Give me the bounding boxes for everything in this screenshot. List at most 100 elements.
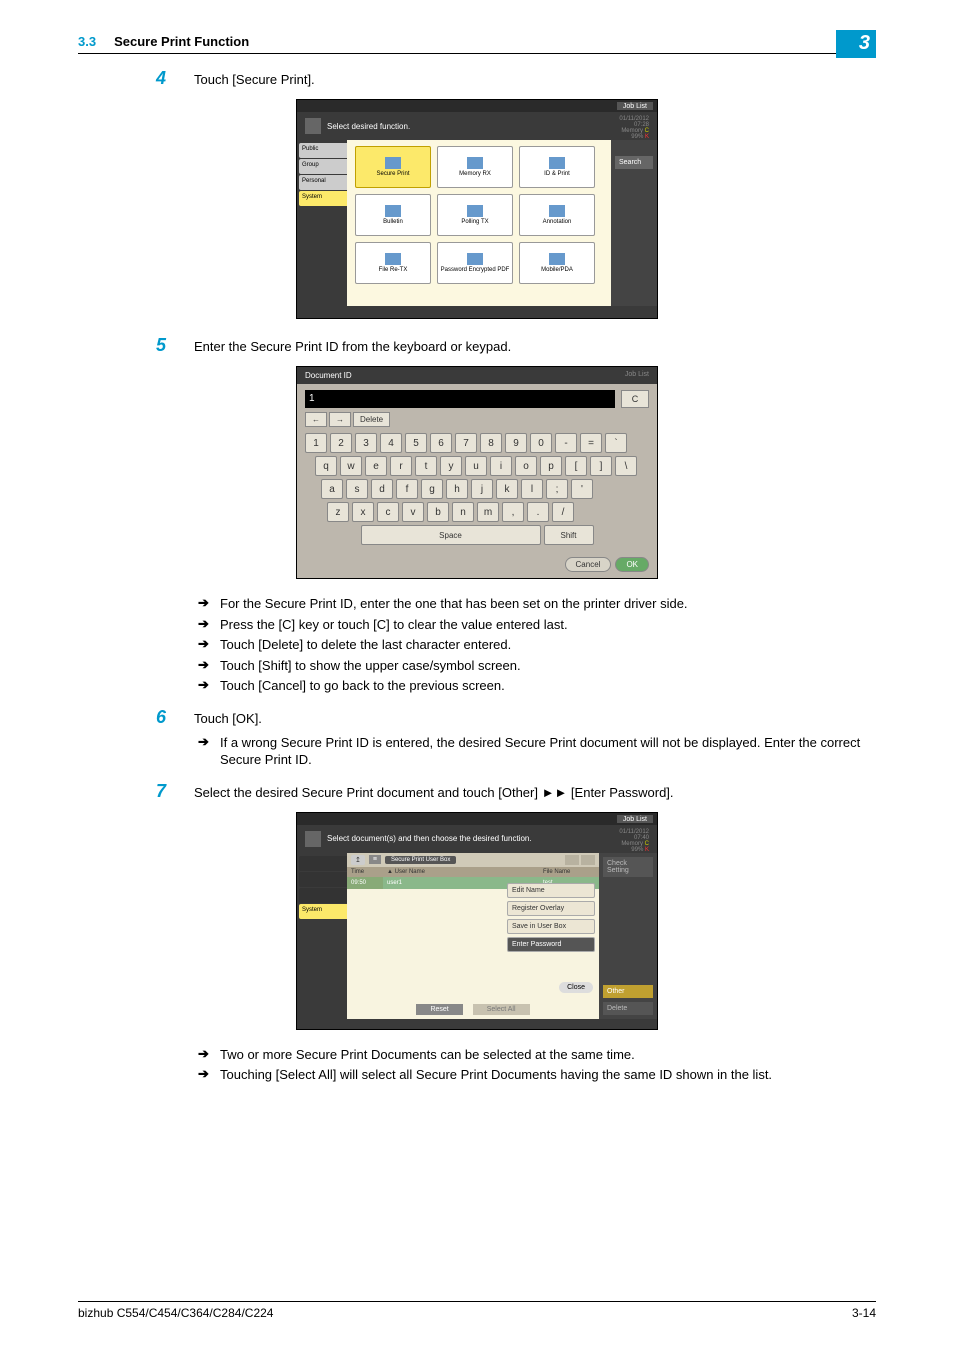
key-r[interactable]: r bbox=[390, 456, 412, 476]
enter-password-button[interactable]: Enter Password bbox=[507, 937, 595, 952]
key-2[interactable]: 2 bbox=[330, 433, 352, 453]
tab-public[interactable]: Public bbox=[299, 143, 347, 158]
key-b[interactable]: b bbox=[427, 502, 449, 522]
key-u[interactable]: u bbox=[465, 456, 487, 476]
key-5[interactable]: 5 bbox=[405, 433, 427, 453]
clear-button[interactable]: C bbox=[621, 390, 649, 408]
key-d[interactable]: d bbox=[371, 479, 393, 499]
key-0[interactable]: 0 bbox=[530, 433, 552, 453]
polling-tx-button[interactable]: Polling TX bbox=[437, 194, 513, 236]
arrow-icon: ➔ bbox=[198, 636, 220, 654]
col-user[interactable]: ▲ User Name bbox=[383, 867, 539, 877]
cursor-right-button[interactable]: → bbox=[329, 412, 351, 427]
key-6[interactable]: 6 bbox=[430, 433, 452, 453]
key-c[interactable]: c bbox=[377, 502, 399, 522]
col-file[interactable]: File Name bbox=[539, 867, 599, 877]
register-overlay-button[interactable]: Register Overlay bbox=[507, 901, 595, 916]
key-e[interactable]: e bbox=[365, 456, 387, 476]
col-time[interactable]: Time bbox=[347, 867, 383, 877]
reset-button[interactable]: Reset bbox=[416, 1004, 462, 1015]
key-t[interactable]: t bbox=[415, 456, 437, 476]
key-z[interactable]: z bbox=[327, 502, 349, 522]
secure-print-button[interactable]: Secure Print bbox=[355, 146, 431, 188]
arrow-icon: ➔ bbox=[198, 657, 220, 675]
key-j[interactable]: j bbox=[471, 479, 493, 499]
job-list-button[interactable]: Job List bbox=[617, 102, 653, 110]
search-button[interactable]: Search bbox=[615, 156, 653, 169]
key-x[interactable]: x bbox=[352, 502, 374, 522]
key-shift[interactable]: Shift bbox=[544, 525, 594, 545]
key-9[interactable]: 9 bbox=[505, 433, 527, 453]
up-icon[interactable]: ↥ bbox=[351, 855, 365, 865]
key-y[interactable]: y bbox=[440, 456, 462, 476]
other-button[interactable]: Other bbox=[603, 985, 653, 998]
page-prev-button[interactable] bbox=[565, 855, 579, 865]
check-setting-button[interactable]: Check Setting bbox=[603, 857, 653, 877]
key-rbracket[interactable]: ] bbox=[590, 456, 612, 476]
key-8[interactable]: 8 bbox=[480, 433, 502, 453]
key-backslash[interactable]: \ bbox=[615, 456, 637, 476]
close-button[interactable]: Close bbox=[559, 982, 593, 993]
bulletin-button[interactable]: Bulletin bbox=[355, 194, 431, 236]
select-all-button[interactable]: Select All bbox=[473, 1004, 530, 1015]
delete-doc-button[interactable]: Delete bbox=[603, 1002, 653, 1015]
key-slash[interactable]: / bbox=[552, 502, 574, 522]
key-lbracket[interactable]: [ bbox=[565, 456, 587, 476]
id-print-button[interactable]: ID & Print bbox=[519, 146, 595, 188]
job-list-label: Job List bbox=[625, 371, 649, 380]
tab-system[interactable]: System bbox=[299, 191, 347, 206]
polling-icon bbox=[467, 205, 483, 217]
tab-group[interactable]: Group bbox=[299, 159, 347, 174]
key-w[interactable]: w bbox=[340, 456, 362, 476]
key-7[interactable]: 7 bbox=[455, 433, 477, 453]
key-n[interactable]: n bbox=[452, 502, 474, 522]
key-h[interactable]: h bbox=[446, 479, 468, 499]
tab-system[interactable]: System bbox=[299, 904, 347, 919]
key-m[interactable]: m bbox=[477, 502, 499, 522]
section-number: 3.3 bbox=[78, 34, 96, 49]
save-in-user-box-button[interactable]: Save in User Box bbox=[507, 919, 595, 934]
ok-button[interactable]: OK bbox=[615, 557, 649, 572]
list-view-icon[interactable]: ≡ bbox=[369, 855, 381, 864]
cursor-left-button[interactable]: ← bbox=[305, 412, 327, 427]
key-o[interactable]: o bbox=[515, 456, 537, 476]
edit-name-button[interactable]: Edit Name bbox=[507, 883, 595, 898]
key-i[interactable]: i bbox=[490, 456, 512, 476]
key-q[interactable]: q bbox=[315, 456, 337, 476]
key-g[interactable]: g bbox=[421, 479, 443, 499]
screenshot-document-id: Document ID Job List 1 C ← → Delete 1 2 … bbox=[296, 366, 658, 579]
key-p[interactable]: p bbox=[540, 456, 562, 476]
key-3[interactable]: 3 bbox=[355, 433, 377, 453]
key-semicolon[interactable]: ; bbox=[546, 479, 568, 499]
key-f[interactable]: f bbox=[396, 479, 418, 499]
key-comma[interactable]: , bbox=[502, 502, 524, 522]
key-space[interactable]: Space bbox=[361, 525, 541, 545]
job-list-button[interactable]: Job List bbox=[617, 815, 653, 823]
key-a[interactable]: a bbox=[321, 479, 343, 499]
key-k[interactable]: k bbox=[496, 479, 518, 499]
delete-button[interactable]: Delete bbox=[353, 412, 390, 427]
pwd-enc-pdf-button[interactable]: Password Encrypted PDF bbox=[437, 242, 513, 284]
key-dash[interactable]: - bbox=[555, 433, 577, 453]
step-number-4: 4 bbox=[156, 68, 194, 89]
key-v[interactable]: v bbox=[402, 502, 424, 522]
key-equals[interactable]: = bbox=[580, 433, 602, 453]
file-retx-button[interactable]: File Re-TX bbox=[355, 242, 431, 284]
memory-rx-button[interactable]: Memory RX bbox=[437, 146, 513, 188]
mobile-pda-button[interactable]: Mobile/PDA bbox=[519, 242, 595, 284]
key-1[interactable]: 1 bbox=[305, 433, 327, 453]
step-number-5: 5 bbox=[156, 335, 194, 356]
cancel-button[interactable]: Cancel bbox=[565, 557, 612, 572]
annotation-button[interactable]: Annotation bbox=[519, 194, 595, 236]
document-id-input[interactable]: 1 bbox=[305, 390, 615, 408]
key-period[interactable]: . bbox=[527, 502, 549, 522]
key-4[interactable]: 4 bbox=[380, 433, 402, 453]
tab-personal[interactable]: Personal bbox=[299, 175, 347, 190]
key-s[interactable]: s bbox=[346, 479, 368, 499]
retx-icon bbox=[385, 253, 401, 265]
bullet-text: Touch [Shift] to show the upper case/sym… bbox=[220, 657, 876, 675]
key-l[interactable]: l bbox=[521, 479, 543, 499]
key-backtick[interactable]: ` bbox=[605, 433, 627, 453]
key-quote[interactable]: ' bbox=[571, 479, 593, 499]
page-next-button[interactable] bbox=[581, 855, 595, 865]
